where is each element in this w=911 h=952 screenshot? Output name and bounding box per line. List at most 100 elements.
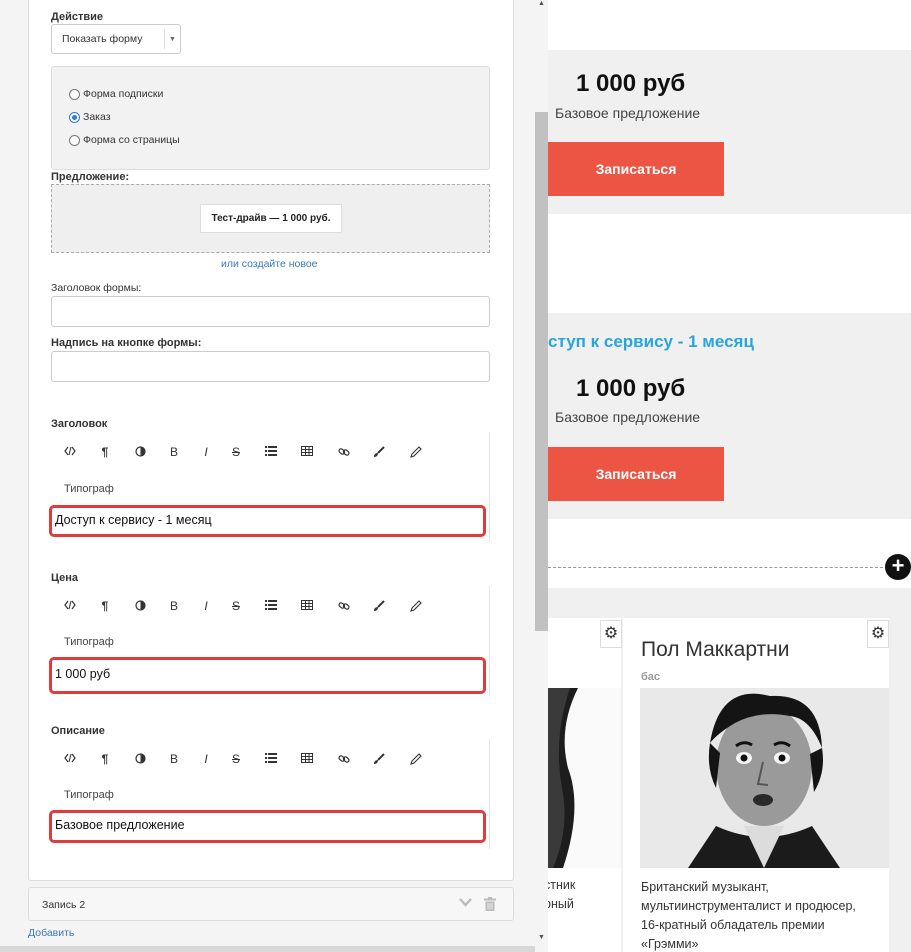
radio-subscription[interactable]: Форма подписки bbox=[69, 88, 163, 100]
member-photo-left bbox=[548, 688, 621, 868]
action-label: Действие bbox=[51, 11, 103, 23]
chevron-down-icon: ▼ bbox=[169, 36, 176, 43]
pricing-card-1: 1 000 руб Базовое предложение Записаться bbox=[548, 50, 889, 214]
form-type-group: Форма подписки Заказ Форма со страницы bbox=[51, 66, 490, 170]
radio-label: Форма подписки bbox=[83, 88, 164, 100]
tipograf-button[interactable]: Типограф bbox=[64, 789, 114, 801]
gear-icon[interactable]: ⚙ bbox=[600, 620, 622, 648]
member-left-desc-line-1: стник bbox=[548, 878, 576, 892]
table-icon[interactable] bbox=[297, 442, 317, 462]
form-title-label: Заголовок формы: bbox=[51, 282, 142, 294]
contrast-icon[interactable] bbox=[130, 442, 150, 462]
table-icon[interactable] bbox=[297, 596, 317, 616]
description-text-value: Базовое предложение bbox=[55, 818, 185, 832]
price-editor-toolbar: ¶ B I S bbox=[51, 586, 489, 624]
brush-icon[interactable] bbox=[369, 442, 389, 462]
add-record-link[interactable]: Добавить bbox=[28, 927, 74, 939]
form-button-input[interactable] bbox=[51, 351, 490, 382]
offer-item[interactable]: Тест-драйв — 1 000 руб. bbox=[200, 204, 342, 233]
chevron-down-icon[interactable] bbox=[459, 898, 472, 910]
code-icon[interactable] bbox=[60, 442, 80, 462]
action-select-value: Показать форму bbox=[62, 33, 143, 45]
panel-bottom-edge bbox=[0, 946, 535, 952]
scroll-down-arrow-icon[interactable]: ▼ bbox=[537, 934, 546, 946]
member-name: Пол Маккартни bbox=[641, 638, 790, 661]
bold-icon[interactable]: B bbox=[164, 442, 184, 462]
member-photo bbox=[640, 688, 889, 868]
radio-button[interactable] bbox=[69, 134, 80, 146]
paragraph-icon[interactable]: ¶ bbox=[95, 749, 115, 769]
select-divider bbox=[164, 29, 165, 49]
card-1-signup-button[interactable]: Записаться bbox=[548, 142, 724, 196]
card-1-price: 1 000 руб bbox=[576, 70, 686, 97]
list-icon[interactable] bbox=[261, 442, 281, 462]
bold-icon[interactable]: B bbox=[164, 749, 184, 769]
price-text-field[interactable]: 1 000 руб bbox=[49, 657, 486, 694]
paragraph-icon[interactable]: ¶ bbox=[95, 596, 115, 616]
offer-dropzone[interactable]: Тест-драйв — 1 000 руб. bbox=[51, 184, 490, 253]
radio-page-form[interactable]: Форма со страницы bbox=[69, 134, 180, 146]
offer-label: Предложение: bbox=[51, 171, 130, 183]
title-section-label: Заголовок bbox=[51, 418, 108, 430]
pencil-icon[interactable] bbox=[406, 596, 426, 616]
contrast-icon[interactable] bbox=[130, 596, 150, 616]
code-icon[interactable] bbox=[60, 596, 80, 616]
title-editor-toolbar: ¶ B I S bbox=[51, 432, 489, 470]
card-1-description: Базовое предложение bbox=[555, 105, 701, 121]
card-2-signup-button[interactable]: Записаться bbox=[548, 447, 724, 501]
price-text-value: 1 000 руб bbox=[55, 667, 111, 681]
form-title-input[interactable] bbox=[51, 296, 490, 327]
card-2-description: Базовое предложение bbox=[555, 409, 701, 425]
title-text-value: Доступ к сервису - 1 месяц bbox=[55, 513, 212, 527]
radio-order[interactable]: Заказ bbox=[69, 111, 111, 123]
editor-scrollbar[interactable]: ▲ ▼ bbox=[535, 0, 548, 952]
form-button-label: Надпись на кнопке формы: bbox=[51, 337, 202, 349]
bold-icon[interactable]: B bbox=[164, 596, 184, 616]
list-icon[interactable] bbox=[261, 749, 281, 769]
scrollbar-thumb[interactable] bbox=[535, 112, 548, 631]
action-select[interactable]: Показать форму ▼ bbox=[51, 24, 181, 54]
title-text-field[interactable]: Доступ к сервису - 1 месяц bbox=[49, 505, 486, 537]
field-border bbox=[489, 432, 490, 542]
italic-icon[interactable]: I bbox=[196, 442, 216, 462]
member-description: Британский музыкант, мультиинструментали… bbox=[641, 880, 856, 951]
code-icon[interactable] bbox=[60, 749, 80, 769]
list-icon[interactable] bbox=[261, 596, 281, 616]
brush-icon[interactable] bbox=[369, 749, 389, 769]
link-icon[interactable] bbox=[334, 442, 354, 462]
strikethrough-icon[interactable]: S bbox=[226, 596, 246, 616]
member-card-left: стник рный bbox=[548, 618, 621, 952]
paragraph-icon[interactable]: ¶ bbox=[95, 442, 115, 462]
scroll-up-arrow-icon[interactable]: ▲ bbox=[537, 0, 546, 12]
description-text-field[interactable]: Базовое предложение bbox=[49, 810, 486, 843]
brush-icon[interactable] bbox=[369, 596, 389, 616]
member-left-desc-line-2: рный bbox=[548, 897, 574, 911]
pricing-card-2: ступ к сервису - 1 месяц 1 000 руб Базов… bbox=[548, 313, 889, 519]
table-icon[interactable] bbox=[297, 749, 317, 769]
field-border bbox=[489, 586, 490, 696]
tipograf-button[interactable]: Типограф bbox=[64, 636, 114, 648]
contrast-icon[interactable] bbox=[130, 749, 150, 769]
record-2-label: Запись 2 bbox=[42, 899, 86, 911]
strikethrough-icon[interactable]: S bbox=[226, 442, 246, 462]
radio-button-checked[interactable] bbox=[69, 111, 80, 123]
pencil-icon[interactable] bbox=[406, 442, 426, 462]
italic-icon[interactable]: I bbox=[196, 749, 216, 769]
radio-button[interactable] bbox=[69, 88, 80, 100]
italic-icon[interactable]: I bbox=[196, 596, 216, 616]
price-section-label: Цена bbox=[51, 572, 79, 584]
tipograf-button[interactable]: Типограф bbox=[64, 483, 114, 495]
pencil-icon[interactable] bbox=[406, 749, 426, 769]
trash-icon[interactable] bbox=[484, 897, 496, 914]
link-icon[interactable] bbox=[334, 596, 354, 616]
team-band: стник рный ⚙ Пол Маккартни бас bbox=[548, 588, 911, 952]
create-new-offer-link[interactable]: или создайте новое bbox=[221, 258, 318, 270]
pricing-band-1: 1 000 руб Базовое предложение Записаться bbox=[548, 50, 911, 214]
add-block-plus-icon[interactable]: + bbox=[885, 554, 911, 580]
description-section-label: Описание bbox=[51, 725, 105, 737]
gear-icon[interactable]: ⚙ bbox=[867, 620, 889, 648]
link-icon[interactable] bbox=[334, 749, 354, 769]
record-2-row[interactable]: Запись 2 bbox=[28, 887, 514, 921]
strikethrough-icon[interactable]: S bbox=[226, 749, 246, 769]
field-border bbox=[489, 739, 490, 849]
